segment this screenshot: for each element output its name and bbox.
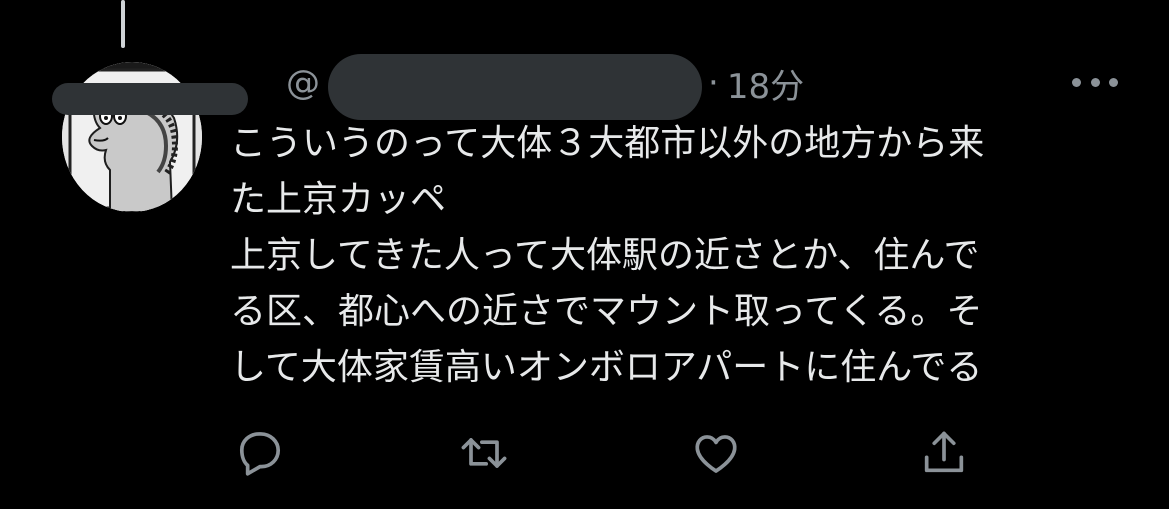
tweet-text-line: こういうのって大体３大都市以外の地方から来 [230, 123, 985, 164]
thread-connector-line [121, 0, 125, 48]
share-icon [924, 431, 964, 473]
reply-icon [239, 432, 281, 476]
like-button[interactable] [688, 425, 744, 481]
share-button[interactable] [916, 425, 972, 481]
action-bar [0, 425, 1169, 481]
separator-dot: · [708, 63, 719, 103]
retweet-button[interactable] [456, 425, 512, 481]
tweet-text-line: して大体家賃高いオンボロアパートに住んでる [230, 347, 983, 388]
tweet-text-line: る区、都心への近さでマウント取ってくる。そ [230, 291, 983, 332]
handle-at-symbol: @ [286, 63, 320, 103]
tweet-text: こういうのって大体３大都市以外の地方から来 た上京カッペ 上京してきた人って大体… [230, 116, 1130, 396]
like-icon [695, 435, 737, 473]
tweet-header: @ · 18分 [286, 54, 804, 120]
redacted-handle[interactable] [328, 54, 702, 120]
redacted-display-name [52, 83, 248, 115]
retweet-icon [461, 438, 507, 468]
more-dots-icon[interactable] [1072, 76, 1118, 88]
tweet-text-line: 上京してきた人って大体駅の近さとか、住んで [230, 235, 980, 276]
timestamp[interactable]: 18分 [727, 59, 804, 108]
reply-button[interactable] [232, 425, 288, 481]
tweet-text-line: た上京カッペ [230, 179, 447, 220]
